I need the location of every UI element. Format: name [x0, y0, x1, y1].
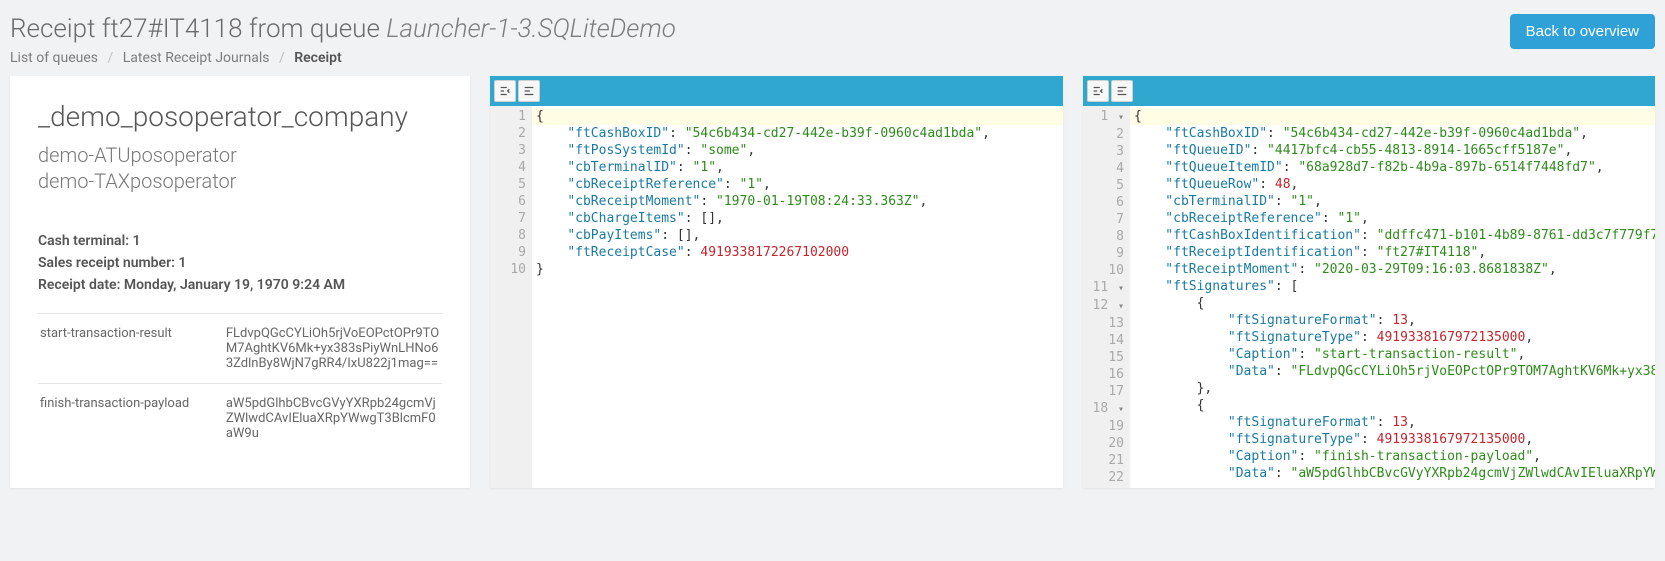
- table-row: start-transaction-resultFLdvpQGcCYLiOh5r…: [38, 314, 442, 384]
- format-expand-button[interactable]: [518, 80, 540, 102]
- breadcrumb-sep: /: [108, 50, 114, 66]
- signature-data: FLdvpQGcCYLiOh5rjVoEOPctOPr9TOM7AghtKV6M…: [224, 314, 442, 384]
- format-compact-button[interactable]: [1087, 80, 1109, 102]
- code-area-left[interactable]: 12345678910 { "ftCashBoxID": "54c6b434-c…: [490, 106, 1063, 488]
- breadcrumb-latest-journals[interactable]: Latest Receipt Journals: [123, 50, 270, 66]
- back-to-overview-button[interactable]: Back to overview: [1510, 14, 1655, 49]
- breadcrumb-sep: /: [279, 50, 285, 66]
- company-name: _demo_posoperator_company: [38, 100, 442, 133]
- format-expand-button[interactable]: [1111, 80, 1133, 102]
- breadcrumb: List of queues / Latest Receipt Journals…: [10, 50, 676, 66]
- company-sub1: demo-ATUposoperator: [38, 143, 442, 167]
- signature-caption: finish-transaction-payload: [38, 384, 224, 454]
- cash-terminal-line: Cash terminal: 1: [38, 233, 442, 249]
- table-row: finish-transaction-payloadaW5pdGlhbCBvcG…: [38, 384, 442, 454]
- response-json-editor: 1 ▾234567891011 ▾12 ▾131415161718 ▾19202…: [1083, 76, 1656, 488]
- code-area-right[interactable]: 1 ▾234567891011 ▾12 ▾131415161718 ▾19202…: [1083, 106, 1656, 488]
- receipt-date-line: Receipt date: Monday, January 19, 1970 9…: [38, 277, 442, 293]
- receipt-details: Cash terminal: 1 Sales receipt number: 1…: [38, 233, 442, 293]
- queue-name: Launcher-1-3.SQLiteDemo: [386, 14, 676, 44]
- signature-table: start-transaction-resultFLdvpQGcCYLiOh5r…: [38, 313, 442, 453]
- signature-data: aW5pdGlhbCBvcGVyYXRpb24gcmVjZWlwdCAvIElu…: [224, 384, 442, 454]
- editor-toolbar-left: [490, 76, 1063, 106]
- sales-receipt-line: Sales receipt number: 1: [38, 255, 442, 271]
- page-title: Receipt ft27#IT4118 from queue Launcher-…: [10, 14, 676, 44]
- signature-caption: start-transaction-result: [38, 314, 224, 384]
- page-header: Receipt ft27#IT4118 from queue Launcher-…: [0, 0, 1665, 76]
- request-json-editor: 12345678910 { "ftCashBoxID": "54c6b434-c…: [490, 76, 1063, 488]
- format-compact-button[interactable]: [494, 80, 516, 102]
- editor-toolbar-right: [1083, 76, 1656, 106]
- receipt-summary-card: _demo_posoperator_company demo-ATUposope…: [10, 76, 470, 488]
- company-sub2: demo-TAXposoperator: [38, 169, 442, 193]
- title-prefix: Receipt ft27#IT4118 from queue: [10, 14, 386, 44]
- breadcrumb-current: Receipt: [294, 50, 341, 66]
- breadcrumb-list-queues[interactable]: List of queues: [10, 50, 98, 66]
